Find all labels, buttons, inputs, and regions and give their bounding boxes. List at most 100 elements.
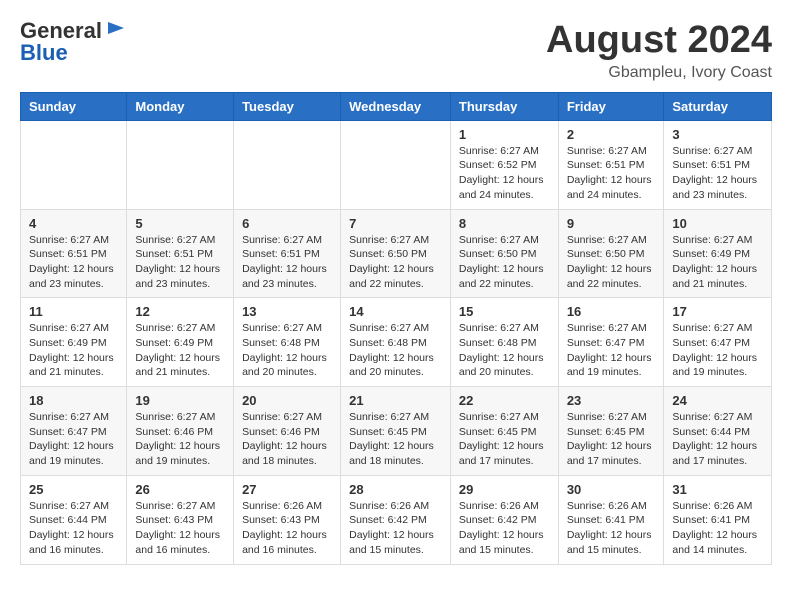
calendar-week-2: 4 Sunrise: 6:27 AM Sunset: 6:51 PM Daylig… [21, 209, 772, 298]
calendar-cell: 24 Sunrise: 6:27 AM Sunset: 6:44 PM Dayli… [664, 387, 772, 476]
calendar-cell: 23 Sunrise: 6:27 AM Sunset: 6:45 PM Dayli… [558, 387, 664, 476]
day-number: 8 [459, 216, 550, 231]
calendar-cell: 4 Sunrise: 6:27 AM Sunset: 6:51 PM Daylig… [21, 209, 127, 298]
calendar-cell: 29 Sunrise: 6:26 AM Sunset: 6:42 PM Dayli… [450, 475, 558, 564]
day-number: 23 [567, 393, 656, 408]
day-info: Sunrise: 6:27 AM Sunset: 6:47 PM Dayligh… [567, 321, 656, 380]
calendar-cell: 9Sunrise: 6:27 AM Sunset: 6:50 PM Daylig… [558, 209, 664, 298]
calendar-cell: 7 Sunrise: 6:27 AM Sunset: 6:50 PM Daylig… [341, 209, 451, 298]
day-info: Sunrise: 6:26 AM Sunset: 6:42 PM Dayligh… [349, 499, 442, 558]
calendar-cell: 27Sunrise: 6:26 AM Sunset: 6:43 PM Dayli… [234, 475, 341, 564]
day-info: Sunrise: 6:27 AM Sunset: 6:49 PM Dayligh… [135, 321, 225, 380]
logo-general-text: General [20, 20, 102, 42]
day-number: 24 [672, 393, 763, 408]
day-info: Sunrise: 6:27 AM Sunset: 6:50 PM Dayligh… [349, 233, 442, 292]
day-info: Sunrise: 6:27 AM Sunset: 6:50 PM Dayligh… [567, 233, 656, 292]
calendar-cell: 14 Sunrise: 6:27 AM Sunset: 6:48 PM Dayli… [341, 298, 451, 387]
calendar-cell: 20Sunrise: 6:27 AM Sunset: 6:46 PM Dayli… [234, 387, 341, 476]
title-section: August 2024 Gbampleu, Ivory Coast [546, 20, 772, 82]
calendar-cell: 8 Sunrise: 6:27 AM Sunset: 6:50 PM Daylig… [450, 209, 558, 298]
weekday-header-wednesday: Wednesday [341, 92, 451, 120]
month-title: August 2024 [546, 20, 772, 62]
day-info: Sunrise: 6:26 AM Sunset: 6:43 PM Dayligh… [242, 499, 332, 558]
calendar-cell: 2 Sunrise: 6:27 AM Sunset: 6:51 PM Daylig… [558, 120, 664, 209]
day-number: 1 [459, 127, 550, 142]
calendar-cell: 30Sunrise: 6:26 AM Sunset: 6:41 PM Dayli… [558, 475, 664, 564]
day-info: Sunrise: 6:27 AM Sunset: 6:45 PM Dayligh… [459, 410, 550, 469]
day-number: 6 [242, 216, 332, 231]
day-number: 16 [567, 304, 656, 319]
location-title: Gbampleu, Ivory Coast [546, 64, 772, 82]
day-info: Sunrise: 6:27 AM Sunset: 6:48 PM Dayligh… [242, 321, 332, 380]
header: General Blue August 2024 Gbampleu, Ivory… [20, 20, 772, 82]
calendar-cell: 28 Sunrise: 6:26 AM Sunset: 6:42 PM Dayli… [341, 475, 451, 564]
logo-blue-text: Blue [20, 42, 68, 64]
day-number: 17 [672, 304, 763, 319]
weekday-header-row: SundayMondayTuesdayWednesdayThursdayFrid… [21, 92, 772, 120]
day-info: Sunrise: 6:27 AM Sunset: 6:44 PM Dayligh… [672, 410, 763, 469]
day-number: 12 [135, 304, 225, 319]
day-number: 14 [349, 304, 442, 319]
calendar-cell: 3Sunrise: 6:27 AM Sunset: 6:51 PM Daylig… [664, 120, 772, 209]
calendar-cell [127, 120, 234, 209]
weekday-header-thursday: Thursday [450, 92, 558, 120]
day-info: Sunrise: 6:27 AM Sunset: 6:46 PM Dayligh… [135, 410, 225, 469]
day-number: 19 [135, 393, 225, 408]
day-number: 2 [567, 127, 656, 142]
calendar-week-4: 18Sunrise: 6:27 AM Sunset: 6:47 PM Dayli… [21, 387, 772, 476]
day-info: Sunrise: 6:27 AM Sunset: 6:50 PM Dayligh… [459, 233, 550, 292]
day-info: Sunrise: 6:27 AM Sunset: 6:43 PM Dayligh… [135, 499, 225, 558]
weekday-header-tuesday: Tuesday [234, 92, 341, 120]
day-number: 26 [135, 482, 225, 497]
calendar-cell [21, 120, 127, 209]
calendar-cell: 18Sunrise: 6:27 AM Sunset: 6:47 PM Dayli… [21, 387, 127, 476]
day-info: Sunrise: 6:27 AM Sunset: 6:49 PM Dayligh… [672, 233, 763, 292]
day-info: Sunrise: 6:27 AM Sunset: 6:44 PM Dayligh… [29, 499, 118, 558]
day-info: Sunrise: 6:27 AM Sunset: 6:45 PM Dayligh… [567, 410, 656, 469]
day-number: 7 [349, 216, 442, 231]
day-number: 30 [567, 482, 656, 497]
calendar-cell: 19 Sunrise: 6:27 AM Sunset: 6:46 PM Dayli… [127, 387, 234, 476]
day-info: Sunrise: 6:27 AM Sunset: 6:45 PM Dayligh… [349, 410, 442, 469]
calendar-cell: 22 Sunrise: 6:27 AM Sunset: 6:45 PM Dayli… [450, 387, 558, 476]
calendar-body: 1 Sunrise: 6:27 AM Sunset: 6:52 PM Daylig… [21, 120, 772, 564]
day-info: Sunrise: 6:27 AM Sunset: 6:49 PM Dayligh… [29, 321, 118, 380]
weekday-header-monday: Monday [127, 92, 234, 120]
day-number: 31 [672, 482, 763, 497]
calendar-cell: 16 Sunrise: 6:27 AM Sunset: 6:47 PM Dayli… [558, 298, 664, 387]
day-info: Sunrise: 6:27 AM Sunset: 6:48 PM Dayligh… [349, 321, 442, 380]
day-info: Sunrise: 6:27 AM Sunset: 6:51 PM Dayligh… [242, 233, 332, 292]
calendar-week-5: 25Sunrise: 6:27 AM Sunset: 6:44 PM Dayli… [21, 475, 772, 564]
day-number: 21 [349, 393, 442, 408]
day-number: 10 [672, 216, 763, 231]
calendar-cell: 15Sunrise: 6:27 AM Sunset: 6:48 PM Dayli… [450, 298, 558, 387]
day-number: 13 [242, 304, 332, 319]
calendar-cell [341, 120, 451, 209]
calendar-cell: 21 Sunrise: 6:27 AM Sunset: 6:45 PM Dayli… [341, 387, 451, 476]
day-number: 29 [459, 482, 550, 497]
calendar-cell: 11 Sunrise: 6:27 AM Sunset: 6:49 PM Dayli… [21, 298, 127, 387]
day-info: Sunrise: 6:27 AM Sunset: 6:51 PM Dayligh… [29, 233, 118, 292]
calendar-week-1: 1 Sunrise: 6:27 AM Sunset: 6:52 PM Daylig… [21, 120, 772, 209]
calendar-cell: 10 Sunrise: 6:27 AM Sunset: 6:49 PM Dayli… [664, 209, 772, 298]
logo-flag-icon [104, 20, 126, 42]
day-info: Sunrise: 6:27 AM Sunset: 6:47 PM Dayligh… [29, 410, 118, 469]
day-number: 11 [29, 304, 118, 319]
day-number: 22 [459, 393, 550, 408]
calendar-table: SundayMondayTuesdayWednesdayThursdayFrid… [20, 92, 772, 565]
calendar-cell: 6 Sunrise: 6:27 AM Sunset: 6:51 PM Daylig… [234, 209, 341, 298]
day-info: Sunrise: 6:27 AM Sunset: 6:46 PM Dayligh… [242, 410, 332, 469]
calendar-week-3: 11 Sunrise: 6:27 AM Sunset: 6:49 PM Dayli… [21, 298, 772, 387]
day-number: 4 [29, 216, 118, 231]
day-number: 28 [349, 482, 442, 497]
day-info: Sunrise: 6:26 AM Sunset: 6:41 PM Dayligh… [672, 499, 763, 558]
calendar-cell: 5Sunrise: 6:27 AM Sunset: 6:51 PM Daylig… [127, 209, 234, 298]
calendar-cell: 1 Sunrise: 6:27 AM Sunset: 6:52 PM Daylig… [450, 120, 558, 209]
day-info: Sunrise: 6:26 AM Sunset: 6:42 PM Dayligh… [459, 499, 550, 558]
day-number: 5 [135, 216, 225, 231]
calendar-cell: 17Sunrise: 6:27 AM Sunset: 6:47 PM Dayli… [664, 298, 772, 387]
day-info: Sunrise: 6:27 AM Sunset: 6:51 PM Dayligh… [567, 144, 656, 203]
weekday-header-sunday: Sunday [21, 92, 127, 120]
weekday-header-friday: Friday [558, 92, 664, 120]
day-info: Sunrise: 6:27 AM Sunset: 6:52 PM Dayligh… [459, 144, 550, 203]
